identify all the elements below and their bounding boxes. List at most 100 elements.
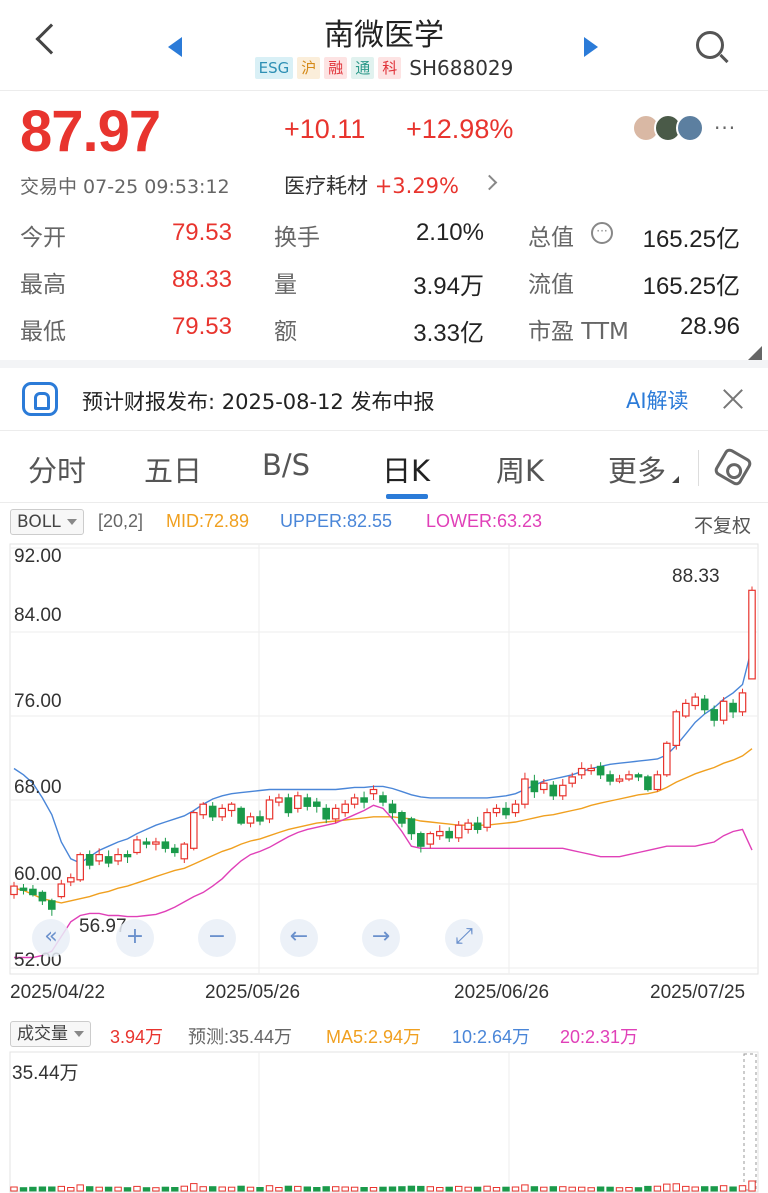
volume-bar <box>719 1185 728 1192</box>
stat-float-label: 流值 <box>528 272 574 298</box>
volume-bar <box>729 1186 737 1192</box>
candle-down <box>171 847 179 854</box>
y-tick-label: 60.00 <box>14 864 62 885</box>
prev-stock-icon[interactable] <box>168 37 182 57</box>
expand-corner-icon[interactable] <box>748 346 762 360</box>
chevron-down-icon <box>66 519 77 525</box>
candle-down <box>379 795 387 803</box>
tag-connect: 通 <box>351 57 375 79</box>
zoom-in-button[interactable]: + <box>116 919 154 957</box>
volume-bar <box>559 1186 567 1192</box>
volume-bar <box>218 1186 226 1192</box>
high-price-label: 88.33 <box>672 566 720 587</box>
tab-intraday[interactable]: 分时 <box>28 448 86 490</box>
indicator-select[interactable]: BOLL <box>10 509 84 535</box>
zoom-out-button[interactable]: − <box>198 919 236 957</box>
section-gap <box>0 360 768 368</box>
candle-up <box>275 797 283 803</box>
candle-down <box>398 812 406 824</box>
sector-link[interactable]: 医疗耗材 +3.29% <box>284 170 459 200</box>
candle-down <box>710 709 719 721</box>
candle-up <box>748 589 756 680</box>
arrow-left-icon: ← <box>289 924 309 949</box>
tab-bs[interactable]: B/S <box>262 448 310 482</box>
volume-bar <box>360 1187 368 1192</box>
volume-bar <box>265 1185 274 1192</box>
earnings-banner-text[interactable]: 预计财报发布: 2025-08-12 发布中报 <box>82 386 434 416</box>
volume-bar <box>701 1186 709 1192</box>
candle-down <box>322 807 331 820</box>
tab-five-day[interactable]: 五日 <box>144 448 202 490</box>
candle-down <box>729 702 737 713</box>
stat-open-label: 今开 <box>20 225 66 251</box>
stat-float-value: 165.25亿 <box>642 273 740 300</box>
candle-down <box>237 807 245 824</box>
ai-explain-link[interactable]: AI解读 <box>626 385 689 415</box>
volume-bar <box>350 1186 359 1192</box>
tab-more[interactable]: 更多 <box>608 448 666 490</box>
candle-up <box>152 841 160 845</box>
stock-code: SH688029 <box>409 56 514 80</box>
candle-down <box>388 803 397 814</box>
candle-up <box>615 778 624 782</box>
tag-esg[interactable]: ESG <box>254 57 294 79</box>
info-icon[interactable]: ··· <box>591 222 613 244</box>
sector-name: 医疗耗材 <box>284 174 368 198</box>
volume-bar <box>492 1187 501 1192</box>
more-options-icon[interactable]: ··· <box>714 116 736 140</box>
minus-icon: − <box>207 924 227 949</box>
fullscreen-button[interactable]: ⤢ <box>445 919 483 957</box>
volume-bar <box>710 1186 718 1192</box>
volume-bar <box>568 1186 576 1192</box>
volume-bar <box>237 1185 245 1192</box>
volume-bar <box>606 1186 614 1192</box>
forecast-volume-bar <box>743 1053 757 1191</box>
kline-chart[interactable] <box>0 540 768 976</box>
volume-chart[interactable] <box>0 1050 768 1193</box>
settings-icon[interactable] <box>712 446 754 488</box>
candle-up <box>95 854 104 862</box>
volume-bar <box>530 1186 539 1192</box>
volume-bar <box>672 1183 680 1192</box>
candle-up <box>691 696 700 707</box>
volume-bar <box>10 1186 18 1192</box>
stat-amount-value: 3.33亿 <box>413 320 484 347</box>
volume-bar <box>407 1185 416 1192</box>
more-dropdown-icon <box>672 476 679 483</box>
candle-up <box>521 778 529 805</box>
x-tick-label: 2025/05/26 <box>205 982 301 1003</box>
chevron-right-icon <box>481 174 498 191</box>
volume-bar <box>190 1183 198 1192</box>
tab-weekly-k[interactable]: 周K <box>496 448 544 490</box>
indicator-name: BOLL <box>17 512 61 532</box>
volume-ma20: 20:2.31万 <box>560 1027 639 1047</box>
volume-indicator-select[interactable]: 成交量 <box>10 1021 91 1047</box>
candle-up <box>114 854 122 862</box>
tab-daily-k[interactable]: 日K <box>382 448 430 490</box>
candle-up <box>66 877 75 883</box>
scroll-right-button[interactable]: → <box>362 919 400 957</box>
price-change: +10.11 <box>284 114 366 144</box>
volume-bar <box>578 1186 586 1192</box>
search-icon[interactable] <box>696 31 724 59</box>
candle-down <box>313 801 321 807</box>
volume-bar <box>748 1180 756 1192</box>
candle-up <box>180 843 189 860</box>
adjust-mode[interactable]: 不复权 <box>694 511 751 538</box>
y-tick-label: 92.00 <box>14 546 62 567</box>
stat-pe-value: 28.96 <box>679 313 740 340</box>
discussion-avatars[interactable] <box>632 114 706 144</box>
volume-y-tick: 35.44万 <box>12 1063 79 1084</box>
volume-bar <box>464 1186 472 1192</box>
scroll-left-button[interactable]: ← <box>280 919 318 957</box>
volume-bar <box>663 1183 671 1192</box>
earnings-alert-icon <box>22 382 58 416</box>
candle-up <box>331 807 340 820</box>
next-stock-icon[interactable] <box>584 37 598 57</box>
volume-bar <box>227 1186 236 1192</box>
rewind-button[interactable]: « <box>32 919 70 957</box>
stat-pe-label: 市盈 TTM <box>528 319 629 345</box>
volume-bar <box>540 1186 548 1192</box>
x-tick-label: 2025/04/22 <box>10 982 106 1003</box>
close-icon[interactable] <box>722 388 744 410</box>
